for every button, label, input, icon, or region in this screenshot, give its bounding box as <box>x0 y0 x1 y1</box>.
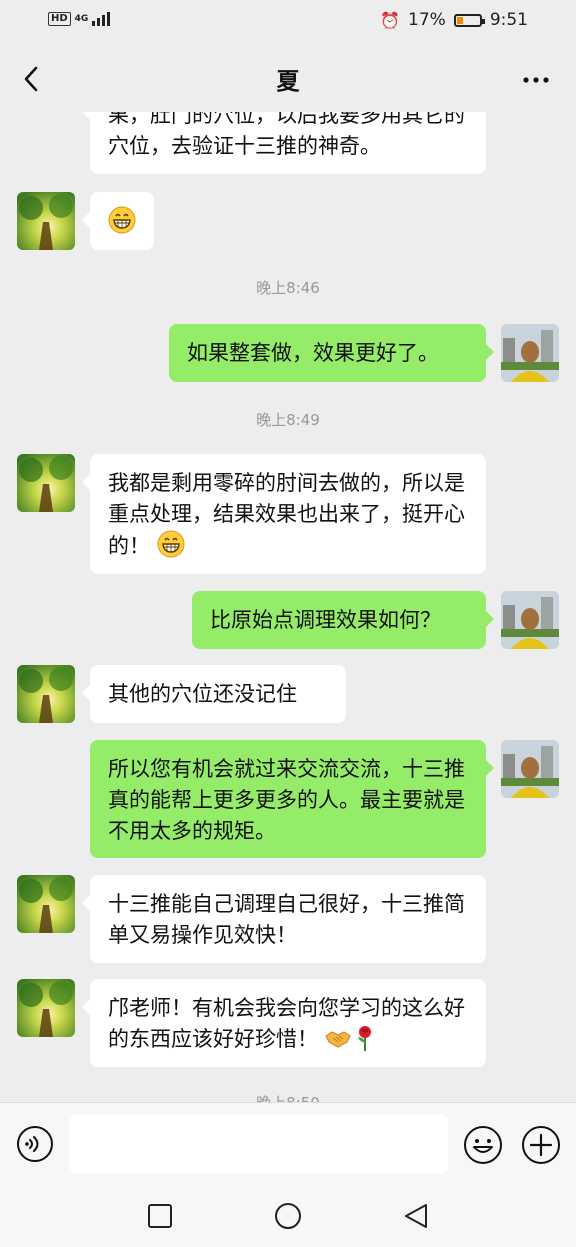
status-bar: HD 4G ⏰ 17% 9:51 <box>0 0 576 44</box>
network-type: 4G <box>74 13 89 24</box>
message-text: 果，肚门的穴位，以后我要多用其它的穴位，去验证十三推的神奇。 <box>108 112 465 158</box>
message-bubble[interactable]: 果，肚门的穴位，以后我要多用其它的穴位，去验证十三推的神奇。 <box>82 112 486 174</box>
message-input[interactable] <box>70 1115 448 1173</box>
more-icon[interactable] <box>518 68 554 92</box>
message-bubble[interactable]: 如果整套做，效果更好了。 <box>169 324 494 382</box>
grin-emoji-icon <box>108 206 136 234</box>
message-text: 如果整套做，效果更好了。 <box>187 341 439 365</box>
chat-header: 夏 <box>0 48 576 112</box>
alarm-icon: ⏰ <box>380 10 401 30</box>
hd-indicator: HD <box>48 12 71 26</box>
self-avatar[interactable] <box>501 591 559 649</box>
contact-avatar[interactable] <box>17 665 75 723</box>
handshake-emoji-icon <box>325 1026 351 1050</box>
rose-emoji-icon <box>355 1025 375 1051</box>
message-bubble[interactable]: 我都是剩用零碎的肘间去做的，所以是重点处理，结果效果也出来了，挺开心的！ <box>82 454 486 574</box>
message-bubble[interactable]: 十三推能自己调理自己很好，十三推简单又易操作见效快！ <box>82 875 486 963</box>
timestamp: 晚上8:46 <box>256 279 320 297</box>
square-nav-icon[interactable] <box>146 1202 174 1230</box>
contact-avatar[interactable] <box>17 192 75 250</box>
battery-percent: 17% <box>408 10 446 30</box>
input-bar <box>0 1102 576 1185</box>
message-text: 邝老师！有机会我会向您学习的这么好的东西应该好好珍惜！ <box>108 996 465 1051</box>
message-bubble[interactable]: 比原始点调理效果如何？ <box>192 591 494 649</box>
grin-emoji-icon <box>157 530 185 558</box>
contact-avatar[interactable] <box>17 875 75 933</box>
battery-icon <box>453 13 485 27</box>
message-bubble[interactable]: 其他的穴位还没记住 <box>82 665 346 723</box>
message-list[interactable]: 果，肚门的穴位，以后我要多用其它的穴位，去验证十三推的神奇。 晚上8:46 如果… <box>0 112 576 1102</box>
message-text: 十三推能自己调理自己很好，十三推简单又易操作见效快！ <box>108 892 465 947</box>
chat-title: 夏 <box>276 69 300 95</box>
voice-icon[interactable] <box>16 1125 54 1163</box>
plus-icon[interactable] <box>521 1125 561 1165</box>
circle-nav-icon[interactable] <box>274 1202 302 1230</box>
message-text: 所以您有机会就过来交流交流，十三推真的能帮上更多更多的人。最主要就是不用太多的规… <box>108 757 465 843</box>
timestamp: 晚上8:50 <box>0 1092 576 1102</box>
timestamp: 晚上8:49 <box>256 411 320 429</box>
clock: 9:51 <box>489 10 528 30</box>
contact-avatar[interactable] <box>17 979 75 1037</box>
emoji-icon[interactable] <box>463 1125 503 1165</box>
message-bubble[interactable]: 所以您有机会就过来交流交流，十三推真的能帮上更多更多的人。最主要就是不用太多的规… <box>90 740 494 858</box>
message-text: 比原始点调理效果如何？ <box>210 608 441 632</box>
triangle-nav-icon[interactable] <box>402 1202 430 1230</box>
signal-icon <box>92 12 111 26</box>
message-bubble[interactable]: 邝老师！有机会我会向您学习的这么好的东西应该好好珍惜！ <box>82 979 486 1067</box>
message-bubble[interactable] <box>82 192 154 250</box>
message-text: 其他的穴位还没记住 <box>108 682 297 706</box>
system-navigation <box>0 1184 576 1247</box>
self-avatar[interactable] <box>501 740 559 798</box>
contact-avatar[interactable] <box>17 454 75 512</box>
self-avatar[interactable] <box>501 324 559 382</box>
